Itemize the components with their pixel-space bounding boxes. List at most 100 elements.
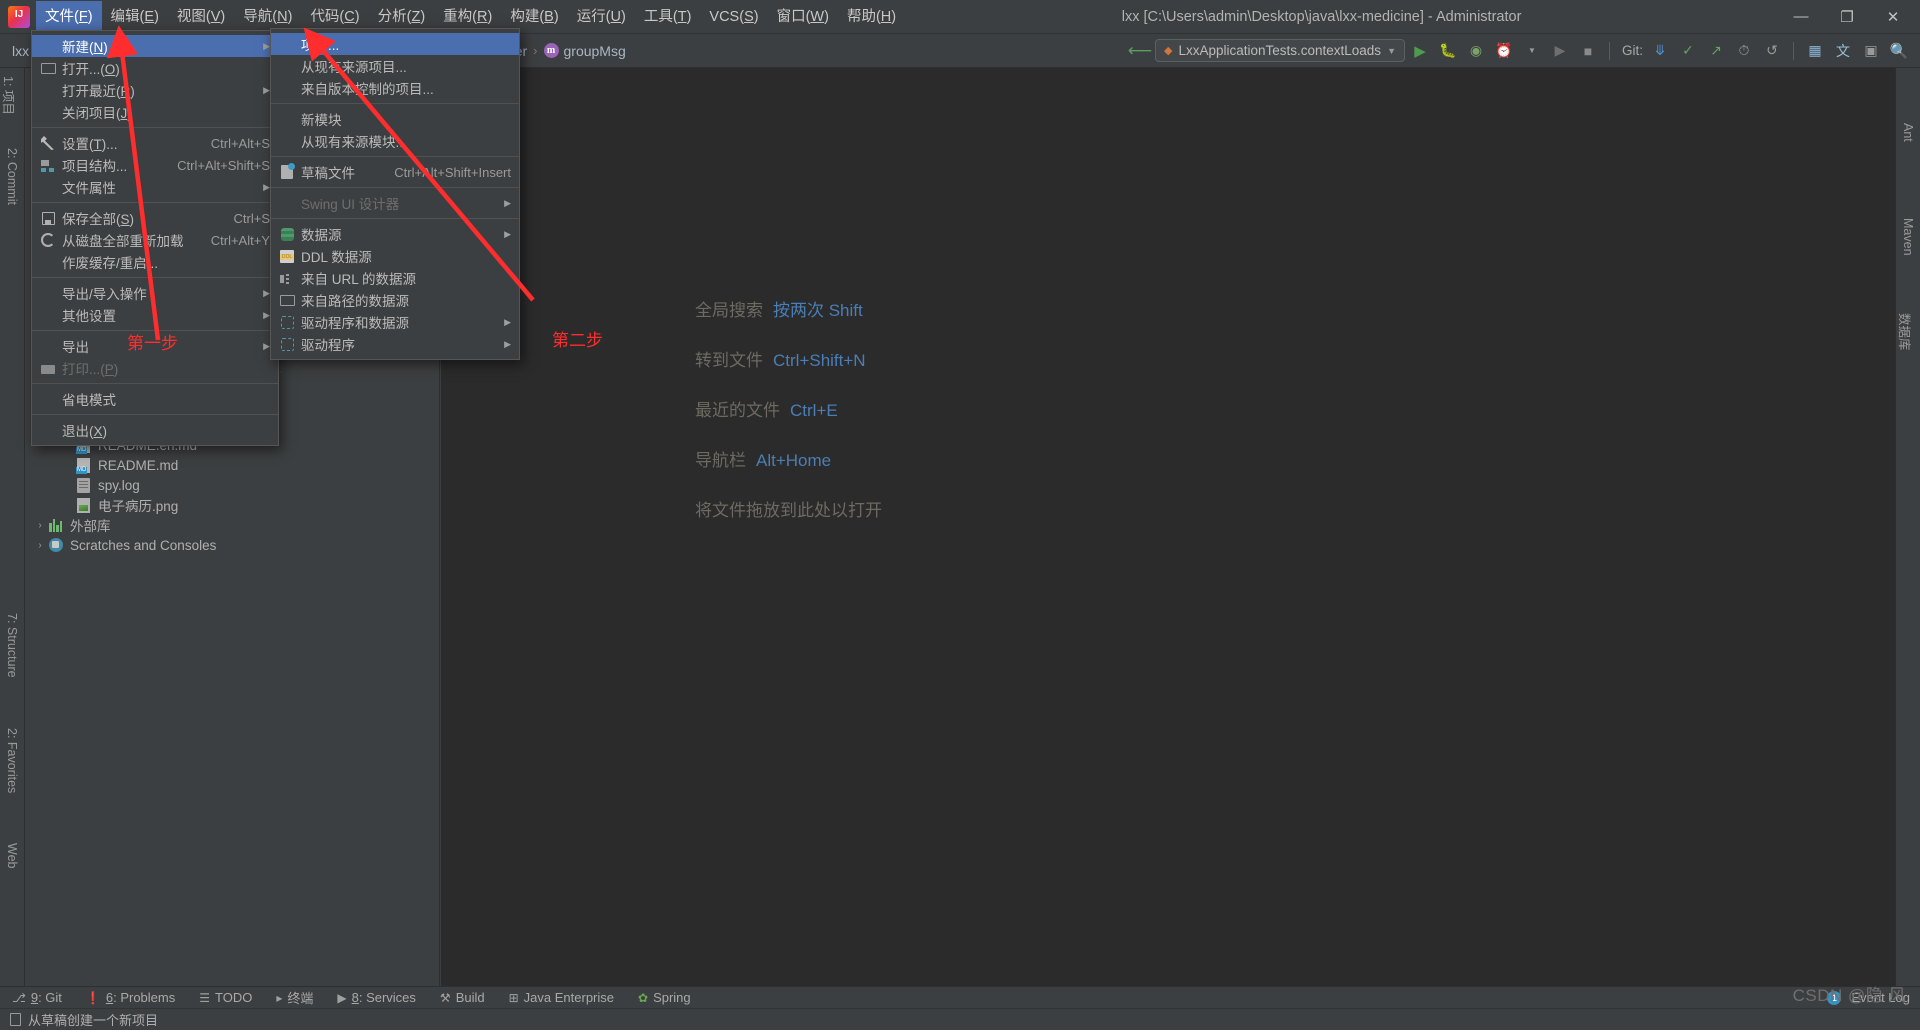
menu-1[interactable]: 编辑(E) [102, 1, 168, 33]
tree-node[interactable]: 电子病历.png [25, 495, 439, 515]
menu-9[interactable]: 工具(T) [635, 1, 701, 33]
tree-node[interactable]: README.md [25, 455, 439, 475]
bottom-tool-tab[interactable]: ▸ 终端 [264, 988, 325, 1007]
menu-item[interactable]: 草稿文件 Ctrl+Alt+Shift+Insert [271, 161, 519, 183]
left-tool-tab-bottom-0[interactable]: 7: Structure [5, 613, 19, 678]
menu-item[interactable]: 来自路径的数据源 [271, 289, 519, 311]
left-tool-window-strip[interactable]: 1: 项目 2: Commit 7: Structure 2: Favorites W… [0, 68, 25, 986]
bottom-tool-tab[interactable]: ⚒ Build [428, 990, 497, 1005]
bottom-tool-tab[interactable]: ✿ Spring [626, 990, 703, 1005]
close-button[interactable]: ✕ [1870, 0, 1916, 33]
debug-button[interactable]: 🐛 [1435, 38, 1461, 64]
window-controls[interactable]: — ❐ ✕ [1778, 0, 1916, 33]
stop-button[interactable]: ■ [1575, 38, 1601, 64]
search-icon[interactable]: 🔍 [1886, 38, 1912, 64]
menu-item[interactable]: 从现有来源模块... [271, 130, 519, 152]
minimize-button[interactable]: — [1778, 0, 1824, 33]
tree-node[interactable]: › Scratches and Consoles [25, 535, 439, 555]
menu-item[interactable]: 来自版本控制的项目... [271, 77, 519, 99]
chevron-right-icon: › [533, 43, 538, 58]
menu-item[interactable]: 退出(X) [32, 419, 278, 441]
git-commit-icon[interactable]: ✓ [1675, 38, 1701, 64]
right-tool-tab-2[interactable]: 数据库 [1896, 313, 1915, 351]
left-tool-tab-bottom-1[interactable]: 2: Favorites [5, 728, 19, 793]
menu-item[interactable]: 数据源 ▶ [271, 223, 519, 245]
bottom-tool-tab[interactable]: ⎇ 9: Git [0, 990, 74, 1005]
bottom-tool-tab[interactable]: ⊞ Java Enterprise [497, 990, 626, 1005]
menu-item-label: 来自版本控制的项目... [301, 82, 434, 97]
editor-hint-row: 转到文件 Ctrl+Shift+N [695, 346, 882, 371]
run-configuration-selector[interactable]: ◆ LxxApplicationTests.contextLoads ▼ [1154, 39, 1405, 62]
menu-item[interactable]: 设置(T)... Ctrl+Alt+S [32, 132, 278, 154]
breadcrumb-project[interactable]: lxx [12, 43, 29, 59]
editor-area[interactable]: zzz 全局搜索按两次 Shift转到文件Ctrl+Shift+N最近的文件Ct… [279, 68, 1895, 986]
menu-item[interactable]: 新建(N) ▶ [32, 35, 278, 57]
menu-item[interactable]: 项目... [271, 33, 519, 55]
menu-item[interactable]: 驱动程序和数据源 ▶ [271, 311, 519, 333]
bottom-tool-window-bar[interactable]: ⎇ 9: Git ❗ 6: Problems ☰ TODO ▸ 终端 ▶ 8: Services ⚒… [0, 986, 1920, 1008]
git-rollback-icon[interactable]: ↺ [1759, 38, 1785, 64]
menu-item[interactable]: 驱动程序 ▶ [271, 333, 519, 355]
menu-item-label: 来自路径的数据源 [301, 294, 409, 309]
menu-item[interactable]: 从磁盘全部重新加载 Ctrl+Alt+Y [32, 229, 278, 251]
file-menu-popup[interactable]: 新建(N) ▶ 打开...(O) 打开最近(R) ▶ 关闭项目(J) 设置(T)... Ctr… [31, 30, 279, 446]
menu-item[interactable]: 新模块 [271, 108, 519, 130]
profiler-button[interactable]: ⏰ [1491, 38, 1517, 64]
right-tool-tab-1[interactable]: Maven [1901, 218, 1915, 256]
left-tool-tab-bottom-2[interactable]: Web [5, 843, 19, 868]
menu-item-label: 打开最近(R) [62, 84, 135, 99]
chevron-down-icon[interactable]: ▼ [1387, 46, 1396, 56]
tree-node[interactable]: › 外部库 [25, 515, 439, 535]
menu-item[interactable]: 打开...(O) [32, 57, 278, 79]
git-push-icon[interactable]: ↗ [1703, 38, 1729, 64]
chevron-right-icon[interactable]: › [33, 540, 47, 551]
rerun-button[interactable]: ▶ [1547, 38, 1573, 64]
build-hammer-icon[interactable]: ⟵ [1127, 38, 1153, 64]
menu-item[interactable]: 项目结构... Ctrl+Alt+Shift+S [32, 154, 278, 176]
tree-node[interactable]: spy.log [25, 475, 439, 495]
breadcrumb-method[interactable]: groupMsg [564, 43, 626, 59]
menu-item[interactable]: 关闭项目(J) [32, 101, 278, 123]
breadcrumb[interactable]: lxx [12, 43, 29, 59]
right-tool-tab-0[interactable]: Ant [1901, 123, 1915, 142]
menu-11[interactable]: 窗口(W) [768, 1, 838, 33]
git-update-icon[interactable]: ⤋ [1647, 38, 1673, 64]
terminal-icon[interactable]: ▣ [1858, 38, 1884, 64]
left-tool-tab-0[interactable]: 1: 项目 [0, 76, 19, 115]
menu-item[interactable]: 其他设置 ▶ [32, 304, 278, 326]
editor-empty-hints: 全局搜索 按两次 Shift 转到文件 Ctrl+Shift+N 最近的文件 Ctrl+E… [695, 296, 882, 521]
menu-item[interactable]: 导出/导入操作 ▶ [32, 282, 278, 304]
menu-item-label: 草稿文件 [301, 166, 355, 181]
menu-item[interactable]: 保存全部(S) Ctrl+S [32, 207, 278, 229]
menu-item-label: 设置(T)... [62, 137, 118, 152]
menu-item[interactable]: DDL 数据源 [271, 245, 519, 267]
menu-item[interactable]: 作废缓存/重启... [32, 251, 278, 273]
git-history-icon[interactable]: ⏱ [1731, 38, 1757, 64]
menu-2[interactable]: 视图(V) [168, 1, 234, 33]
bottom-tool-tab[interactable]: ❗ 6: Problems [74, 990, 187, 1005]
menu-item[interactable]: 打开最近(R) ▶ [32, 79, 278, 101]
folder-icon [38, 62, 58, 74]
new-submenu-popup[interactable]: 项目... 从现有来源项目... 来自版本控制的项目... 新模块 从现有来源模块...… [270, 28, 520, 360]
translate-icon[interactable]: 文 [1830, 38, 1856, 64]
menu-12[interactable]: 帮助(H) [838, 1, 905, 33]
maximize-button[interactable]: ❐ [1824, 0, 1870, 33]
menu-item[interactable]: 省电模式 [32, 388, 278, 410]
spring-icon: ✿ [638, 990, 649, 1005]
left-tool-tab-1[interactable]: 2: Commit [5, 148, 19, 205]
project-structure-icon[interactable]: ▦ [1802, 38, 1828, 64]
menu-8[interactable]: 运行(U) [568, 1, 635, 33]
run-with-coverage-button[interactable]: ◉ [1463, 38, 1489, 64]
toolbar-actions[interactable]: ⟵ ◆ LxxApplicationTests.contextLoads ▼ ▶… [1127, 38, 1920, 64]
bottom-tool-tab[interactable]: ▶ 8: Services [325, 990, 428, 1005]
menu-item[interactable]: 来自 URL 的数据源 [271, 267, 519, 289]
menu-0[interactable]: 文件(F) [36, 0, 102, 33]
right-tool-window-strip[interactable]: Ant Maven 数据库 [1895, 68, 1920, 986]
profiler-dropdown-icon[interactable]: ▼ [1519, 38, 1545, 64]
menu-item[interactable]: 文件属性 ▶ [32, 176, 278, 198]
chevron-right-icon[interactable]: › [33, 520, 47, 531]
bottom-tool-tab[interactable]: ☰ TODO [187, 990, 264, 1005]
menu-10[interactable]: VCS(S) [700, 1, 767, 33]
menu-item[interactable]: 从现有来源项目... [271, 55, 519, 77]
run-button[interactable]: ▶ [1407, 38, 1433, 64]
